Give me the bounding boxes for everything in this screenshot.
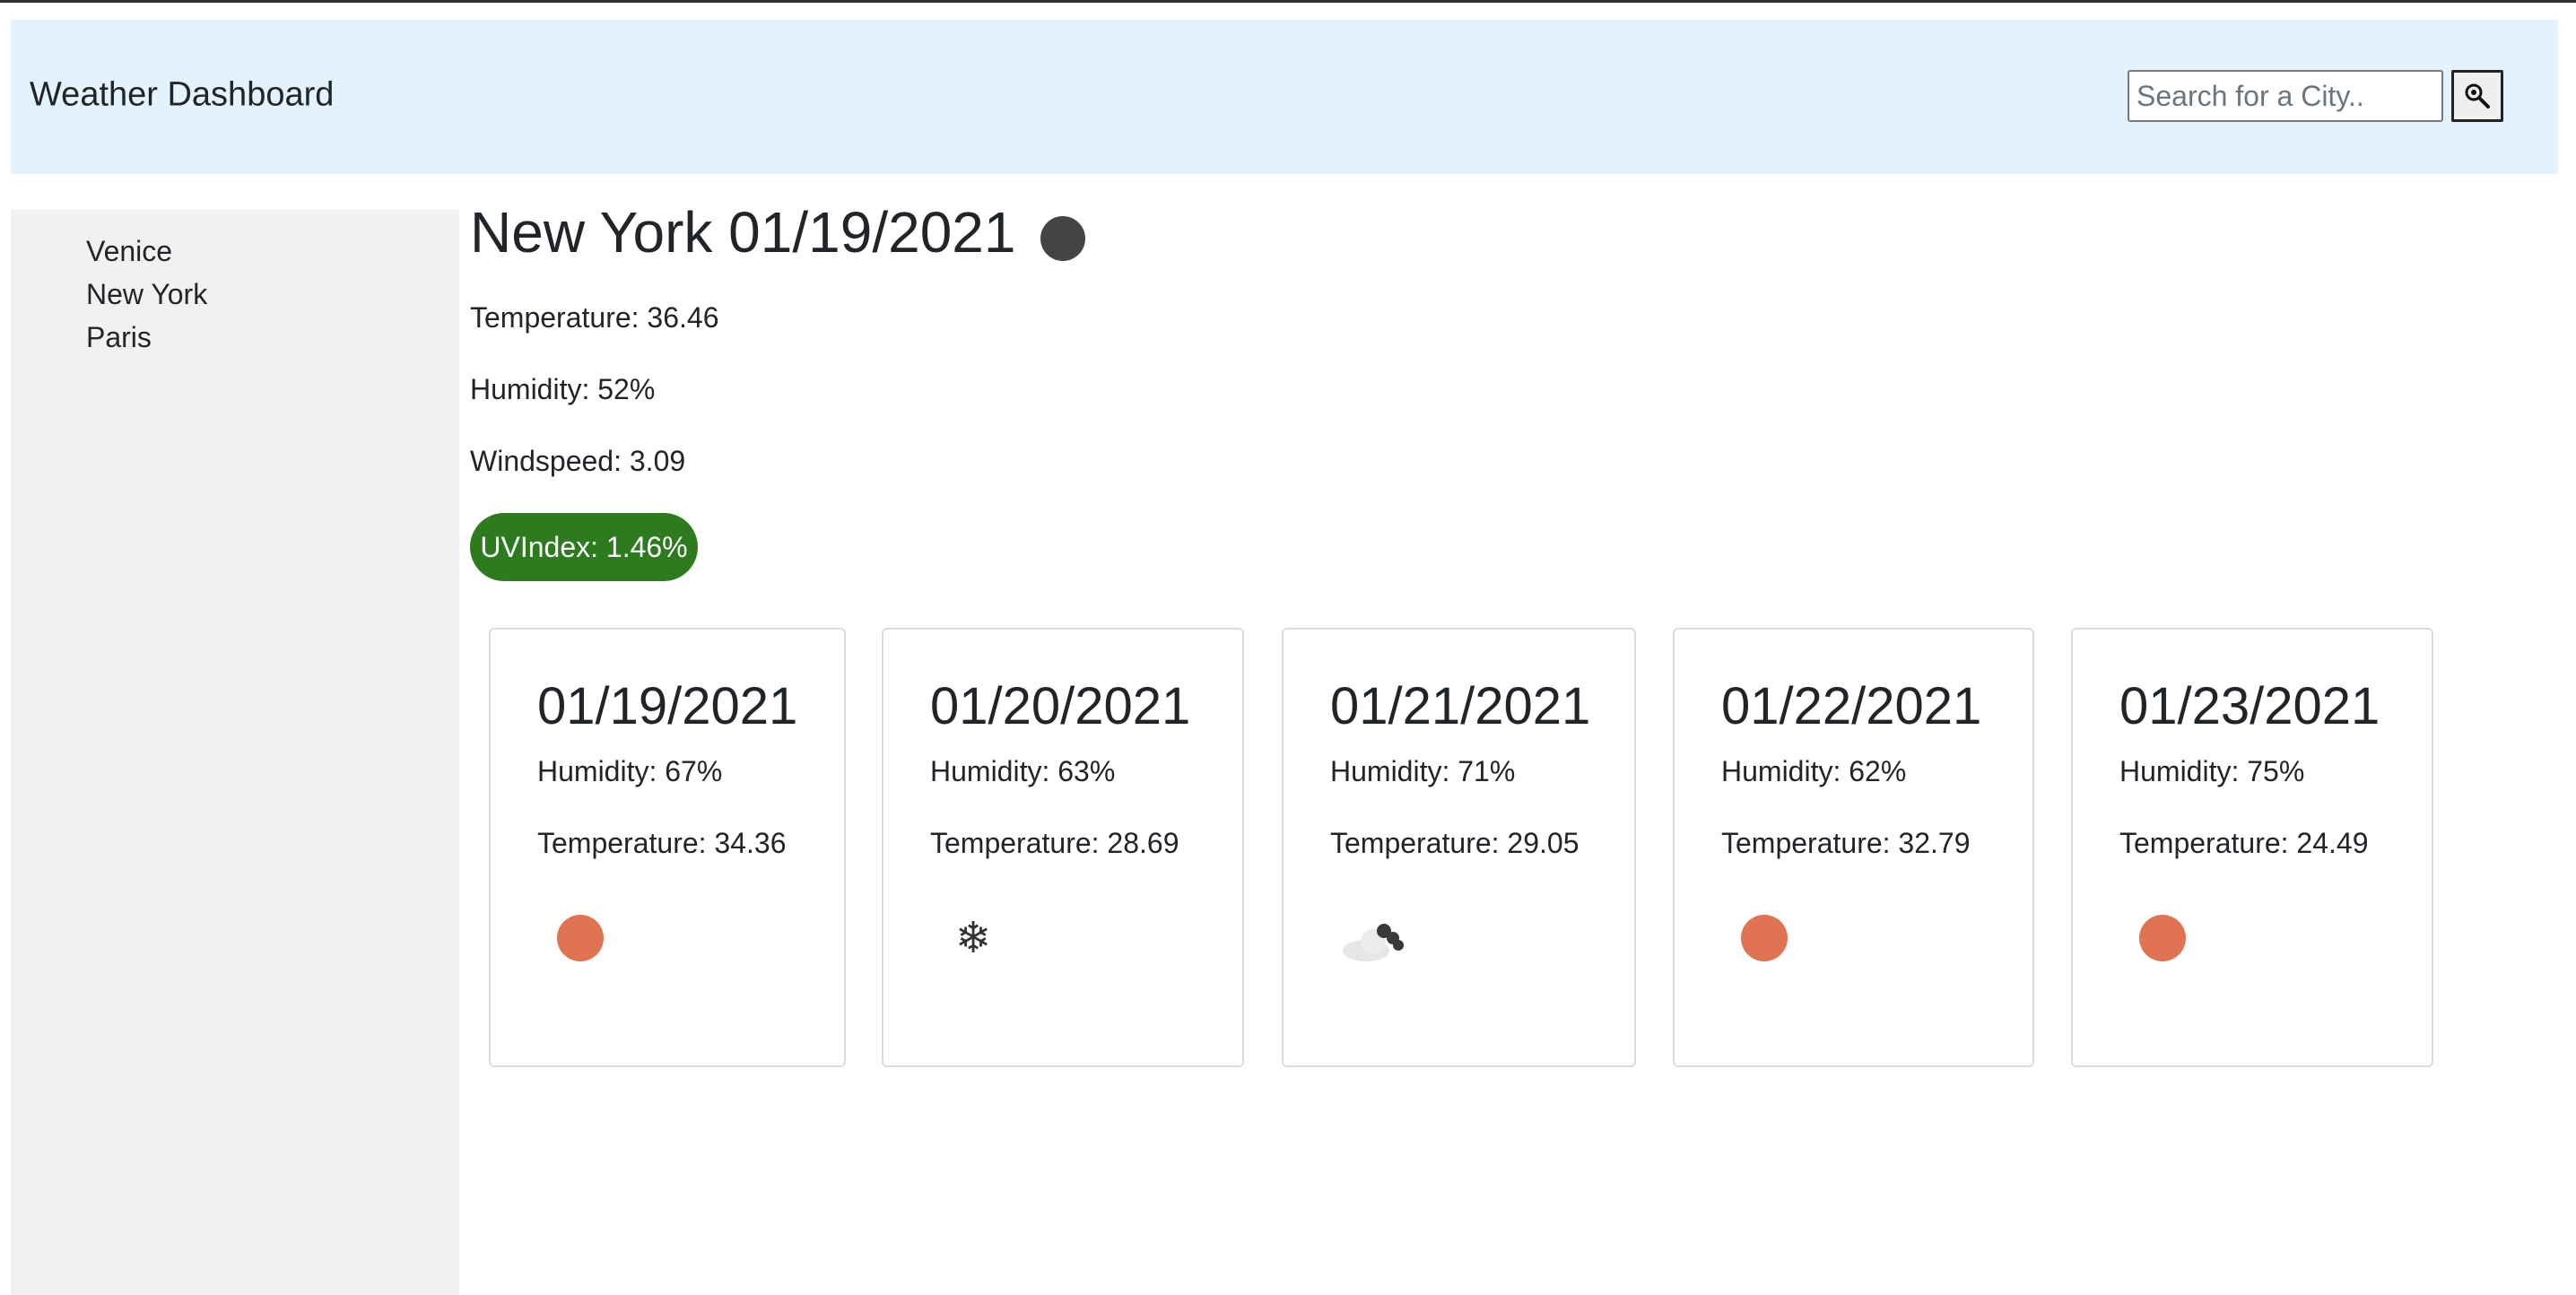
sun-icon [546,911,618,965]
forecast-date: 01/22/2021 [1721,677,1982,735]
forecast-humidity: Humidity: 62% [1721,755,1907,787]
sun-icon [1730,911,1802,965]
sun-icon [2128,911,2200,965]
snowflake-icon: ❄ [955,913,992,963]
forecast-temperature: Temperature: 34.36 [537,827,787,859]
forecast-temperature: Temperature: 29.05 [1330,827,1580,859]
current-city-date: New York 01/19/2021 [470,200,1016,265]
forecast-humidity: Humidity: 75% [2119,755,2305,787]
city-history-item[interactable]: Venice [86,230,459,273]
forecast-date: 01/20/2021 [930,677,1191,735]
weather-main: New York 01/19/2021 Temperature: 36.46 H… [470,197,2560,581]
city-history-item[interactable]: Paris [86,316,459,359]
uv-index-badge: UVIndex: 1.46% [470,513,698,581]
forecast-date: 01/21/2021 [1330,677,1591,735]
city-history-item[interactable]: New York [86,273,459,316]
forecast-temperature: Temperature: 28.69 [930,827,1179,859]
forecast-humidity: Humidity: 67% [537,755,723,787]
current-windspeed: Windspeed: 3.09 [470,445,686,477]
forecast-temperature: Temperature: 24.49 [2119,827,2369,859]
city-history-list: Venice New York Paris [11,210,459,359]
forecast-card: 01/21/2021 Humidity: 71% Temperature: 29… [1282,628,1636,1067]
cloud-icon [1339,911,1411,965]
forecast-card: 01/22/2021 Humidity: 62% Temperature: 32… [1673,628,2034,1067]
window-top-border [0,0,2576,3]
forecast-date: 01/23/2021 [2119,677,2380,735]
search-history-sidebar: Venice New York Paris [11,210,459,1295]
navbar-brand[interactable]: Weather Dashboard [30,76,334,115]
forecast-card: 01/20/2021 Humidity: 63% Temperature: 28… [882,628,1244,1067]
current-humidity: Humidity: 52% [470,373,656,405]
current-weather-icon [1040,216,1086,261]
search-button[interactable] [2451,70,2503,122]
forecast-humidity: Humidity: 71% [1330,755,1516,787]
forecast-humidity: Humidity: 63% [930,755,1116,787]
top-navbar: Weather Dashboard [11,20,2558,174]
forecast-date: 01/19/2021 [537,677,798,735]
current-temperature: Temperature: 36.46 [470,301,719,334]
forecast-temperature: Temperature: 32.79 [1721,827,1971,859]
search-icon [2465,83,2490,109]
forecast-card: 01/19/2021 Humidity: 67% Temperature: 34… [489,628,846,1067]
city-search-input[interactable] [2128,70,2443,122]
current-weather-heading: New York 01/19/2021 [470,197,2560,267]
forecast-card: 01/23/2021 Humidity: 75% Temperature: 24… [2071,628,2433,1067]
